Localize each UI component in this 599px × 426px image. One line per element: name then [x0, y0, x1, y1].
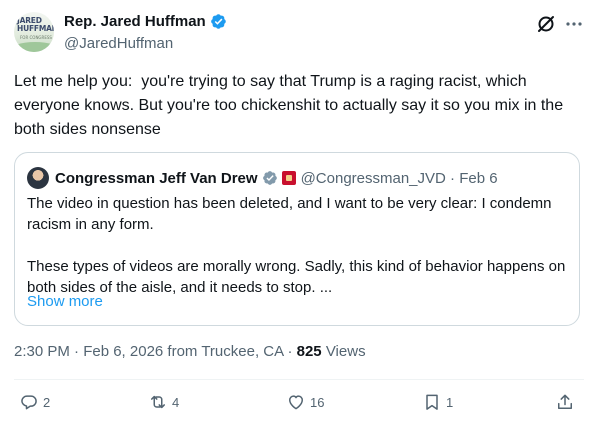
tweet-header: JARED HUFFMAN FOR CONGRESS Rep. Jared Hu… — [14, 12, 586, 58]
like-button[interactable]: 16 — [286, 392, 324, 412]
verified-badge-icon[interactable] — [210, 13, 227, 30]
timestamp-location[interactable]: 2:30 PM · Feb 6, 2026 from Truckee, CA · — [14, 343, 297, 360]
tweet-text: Let me help you: you're trying to say th… — [14, 73, 568, 138]
avatar-landscape — [14, 42, 54, 52]
share-button[interactable] — [555, 392, 575, 412]
quoted-paragraph: These types of videos are morally wrong.… — [27, 258, 566, 296]
verified-badge-gray-icon[interactable] — [262, 170, 278, 186]
bookmark-button[interactable]: 1 — [422, 392, 453, 412]
tweet-metadata: 2:30 PM · Feb 6, 2026 from Truckee, CA ·… — [14, 343, 366, 360]
quoted-paragraph: The video in question has been deleted, … — [27, 195, 552, 233]
repost-icon — [151, 395, 165, 409]
quoted-tweet[interactable]: Congressman Jeff Van Drew @Congressman_J… — [14, 152, 580, 326]
share-icon — [558, 394, 572, 409]
views-count: 825 — [296, 343, 322, 360]
repost-count: 4 — [172, 394, 180, 410]
views-label: Views — [321, 343, 366, 360]
bookmark-count: 1 — [446, 394, 454, 410]
quoted-tweet-text: The video in question has been deleted, … — [27, 193, 567, 298]
heart-icon — [289, 395, 303, 410]
reply-icon — [21, 395, 37, 410]
quoted-tweet-header: Congressman Jeff Van Drew @Congressman_J… — [27, 167, 498, 189]
avatar[interactable]: JARED HUFFMAN FOR CONGRESS — [14, 12, 54, 52]
quoted-handle-date[interactable]: @Congressman_JVD · Feb 6 — [301, 170, 498, 187]
bookmark-icon — [426, 394, 438, 410]
author-handle[interactable]: @JaredHuffman — [64, 35, 173, 52]
affiliation-badge-icon[interactable] — [281, 171, 296, 185]
reply-button[interactable]: 2 — [19, 392, 50, 412]
reply-count: 2 — [43, 394, 51, 410]
divider — [14, 379, 584, 380]
quoted-display-name[interactable]: Congressman Jeff Van Drew — [55, 170, 258, 187]
author-display-name[interactable]: Rep. Jared Huffman — [64, 13, 206, 30]
more-icon[interactable] — [564, 16, 584, 32]
show-more-link[interactable]: Show more — [27, 293, 103, 310]
avatar-logo-text: JARED HUFFMAN — [17, 16, 54, 33]
action-bar: 2 4 16 1 — [0, 392, 599, 420]
repost-button[interactable]: 4 — [148, 392, 179, 412]
like-count: 16 — [310, 394, 325, 410]
grok-icon[interactable] — [536, 14, 556, 34]
quoted-avatar[interactable] — [27, 167, 49, 189]
avatar-logo-subtext: FOR CONGRESS — [20, 35, 52, 40]
author-name-row: Rep. Jared Huffman — [64, 13, 227, 30]
